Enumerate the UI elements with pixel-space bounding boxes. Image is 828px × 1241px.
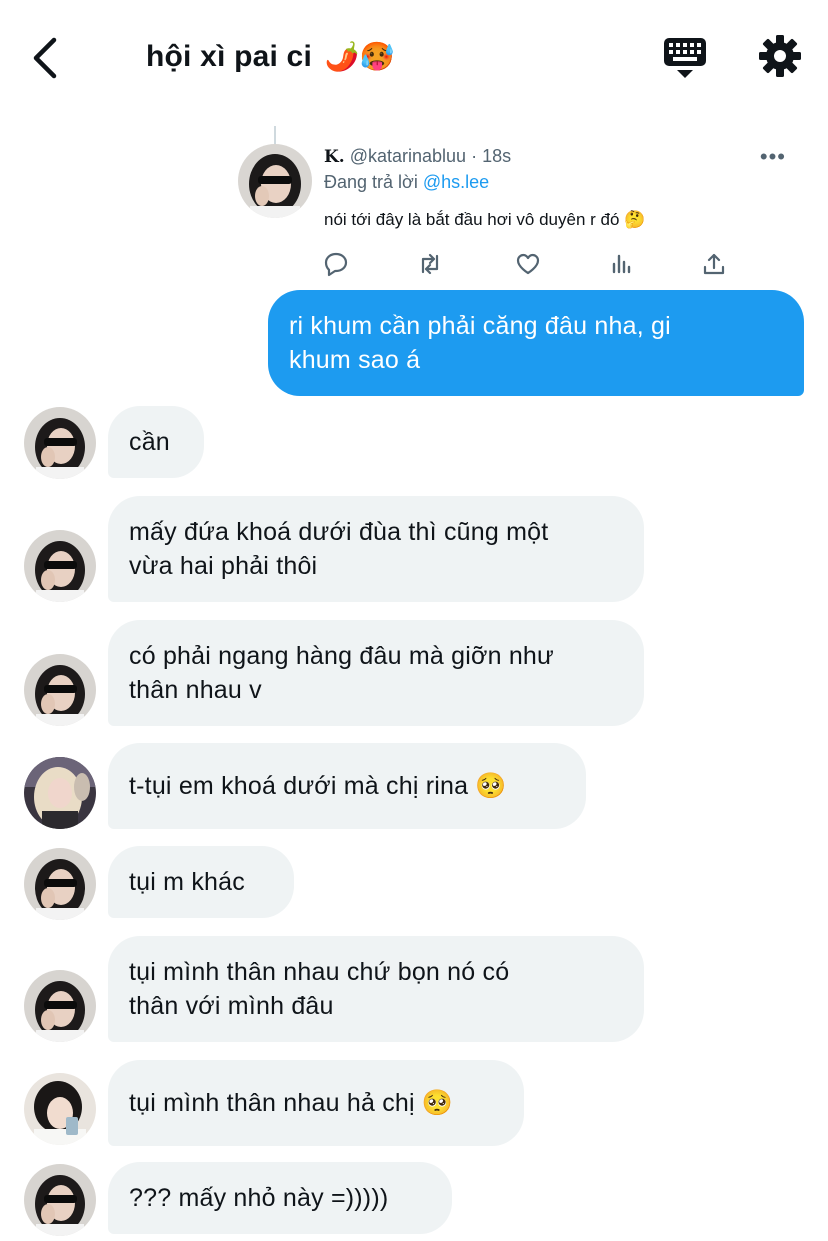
- message-line: cần: [129, 428, 170, 456]
- message-line: vừa hai phải thôi: [129, 552, 318, 580]
- like-icon: [516, 253, 540, 275]
- message-bubble-outgoing[interactable]: ri khum cần phải căng đâu nha, gi khum s…: [268, 290, 804, 396]
- message-line: có phải ngang hàng đâu mà giỡn như: [129, 642, 554, 670]
- avatar-katarina[interactable]: [24, 654, 96, 726]
- share-icon: [703, 253, 725, 275]
- pleading-face-emoji: 🥺: [475, 772, 507, 800]
- settings-button[interactable]: [758, 34, 802, 78]
- tweet-author-handle[interactable]: @katarinabluu: [350, 146, 466, 166]
- avatar-katarina[interactable]: [24, 848, 96, 920]
- gear-icon: [759, 35, 801, 77]
- replying-to: Đang trả lời @hs.lee: [324, 172, 489, 193]
- tweet-actions: [322, 250, 742, 280]
- keyboard-icon: [664, 38, 706, 78]
- message-text: t-tụi em khoá dưới mà chị rina: [129, 772, 469, 800]
- tweet-text-emoji: 🤔: [624, 210, 646, 229]
- retweet-icon: [421, 253, 439, 275]
- tweet-header: K. @katarinabluu · 18s: [324, 146, 511, 167]
- conversation-title-text: hội xì pai ci: [146, 40, 312, 73]
- message-text: tụi mình thân nhau hả chị: [129, 1089, 415, 1117]
- message-line: tụi m khác: [129, 868, 245, 896]
- avatar-katarina[interactable]: [24, 1164, 96, 1236]
- avatar-katarina[interactable]: [24, 407, 96, 479]
- shared-tweet[interactable]: K. @katarinabluu · 18s ••• Đang trả lời …: [230, 126, 810, 282]
- keyboard-button[interactable]: [662, 36, 708, 80]
- tweet-author-avatar[interactable]: [238, 144, 312, 218]
- tweet-text-content: nói tới đây là bắt đầu hơi vô duyên r đó: [324, 210, 620, 229]
- tweet-text: nói tới đây là bắt đầu hơi vô duyên r đó…: [324, 210, 645, 230]
- message-line: khum sao á: [289, 346, 421, 374]
- message-line: mấy đứa khoá dưới đùa thì cũng một: [129, 518, 549, 546]
- message-line: tụi mình thân nhau chứ bọn nó có: [129, 958, 510, 986]
- avatar-braids[interactable]: [24, 1073, 96, 1145]
- message-bubble-incoming[interactable]: t-tụi em khoá dưới mà chị rina 🥺: [108, 743, 586, 829]
- more-icon[interactable]: •••: [760, 144, 786, 170]
- reply-mention-link[interactable]: @hs.lee: [423, 172, 489, 192]
- chevron-left-icon: [33, 37, 57, 79]
- message-bubble-incoming[interactable]: mấy đứa khoá dưới đùa thì cũng một vừa h…: [108, 496, 644, 602]
- message-line: ??? mấy nhỏ này =))))): [129, 1184, 389, 1212]
- message-bubble-incoming[interactable]: có phải ngang hàng đâu mà giỡn như thân …: [108, 620, 644, 726]
- tweet-timestamp: 18s: [482, 146, 512, 166]
- message-line: thân nhau v: [129, 676, 262, 704]
- reply-icon: [324, 252, 348, 277]
- message-bubble-incoming[interactable]: ??? mấy nhỏ này =))))): [108, 1162, 452, 1234]
- tweet-author-name[interactable]: K.: [324, 147, 345, 167]
- message-line: t-tụi em khoá dưới mà chị rina 🥺: [129, 769, 565, 803]
- conversation-title-emoji: 🌶️🥵: [324, 41, 395, 72]
- message-bubble-incoming[interactable]: tụi mình thân nhau hả chị 🥺: [108, 1060, 524, 1146]
- pleading-face-emoji: 🥺: [421, 1089, 454, 1117]
- like-button[interactable]: [514, 250, 542, 278]
- avatar-katarina[interactable]: [24, 970, 96, 1042]
- analytics-button[interactable]: [608, 250, 636, 278]
- analytics-icon: [612, 254, 631, 274]
- message-bubble-incoming[interactable]: tụi m khác: [108, 846, 294, 918]
- tweet-separator: ·: [471, 146, 478, 166]
- reply-button[interactable]: [322, 250, 350, 278]
- avatar-katarina[interactable]: [24, 530, 96, 602]
- message-line: thân với mình đâu: [129, 992, 334, 1020]
- replying-to-label: Đang trả lời: [324, 172, 418, 192]
- message-line: tụi mình thân nhau hả chị 🥺: [129, 1086, 503, 1120]
- message-line: ri khum cần phải căng đâu nha, gi: [289, 312, 671, 340]
- chat-header: hội xì pai ci 🌶️🥵: [0, 0, 828, 112]
- share-button[interactable]: [700, 250, 728, 278]
- message-bubble-incoming[interactable]: cần: [108, 406, 204, 478]
- back-button[interactable]: [28, 34, 68, 82]
- avatar-blonde[interactable]: [24, 757, 96, 829]
- retweet-button[interactable]: [416, 250, 444, 278]
- message-bubble-incoming[interactable]: tụi mình thân nhau chứ bọn nó có thân vớ…: [108, 936, 644, 1042]
- thread-line: [274, 126, 276, 146]
- conversation-title[interactable]: hội xì pai ci 🌶️🥵: [146, 40, 395, 74]
